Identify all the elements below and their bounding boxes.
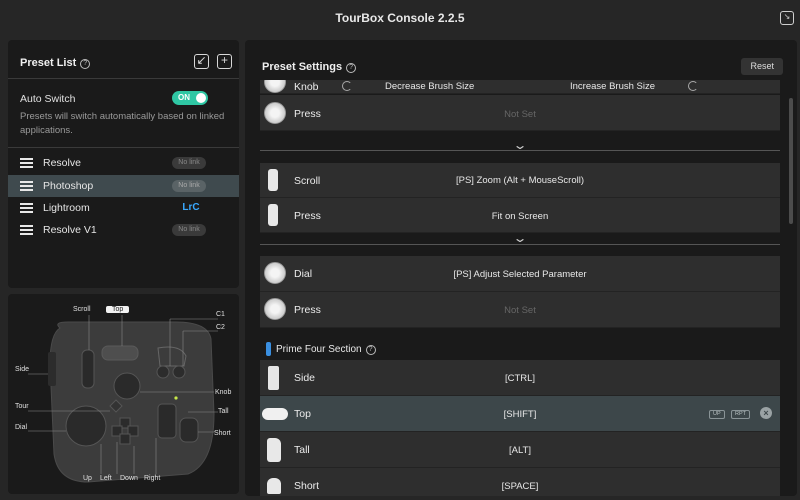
drag-handle-icon[interactable]: [20, 225, 33, 235]
dial-label: Dial: [15, 424, 28, 431]
tall-label: Tall: [218, 408, 229, 415]
help-icon[interactable]: ?: [346, 63, 357, 73]
row-value: Not Set: [504, 109, 536, 120]
divider: [8, 78, 239, 79]
scroll-row[interactable]: Scroll [PS] Zoom (Alt + MouseScroll): [260, 163, 780, 198]
no-link-badge: No link: [172, 157, 206, 169]
app-title: TourBox Console 2.2.5: [335, 11, 465, 25]
chevron-down-icon[interactable]: ⌄: [512, 138, 527, 152]
preset-name: Resolve: [43, 157, 81, 169]
knob-right-action: Increase Brush Size: [570, 81, 656, 92]
top-row[interactable]: Top [SHIFT] UP RPT ×: [260, 396, 780, 432]
tourbox-device-image: [28, 315, 218, 483]
preset-list-header: Preset List?: [20, 57, 91, 69]
add-preset-icon[interactable]: +: [217, 54, 232, 69]
repeat-badge[interactable]: RPT: [731, 410, 750, 419]
row-value: [SPACE]: [501, 481, 539, 492]
left-label: Left: [100, 475, 112, 482]
right-label: Right: [144, 475, 161, 482]
title-bar: TourBox Console 2.2.5 ↘: [0, 0, 800, 38]
rotate-left-icon: [342, 81, 352, 91]
c2-label: C2: [216, 324, 225, 331]
toggle-knob: [196, 93, 206, 103]
preset-item-photoshop[interactable]: Photoshop No link: [8, 175, 239, 197]
tour-label: Tour: [15, 403, 29, 410]
up-label: Up: [83, 475, 92, 482]
knob-left-action: Decrease Brush Size: [385, 81, 475, 92]
scroll-press-row[interactable]: Press Fit on Screen: [260, 198, 780, 233]
exit-icon[interactable]: ↘: [780, 11, 794, 25]
prime-four-section-title: Prime Four Section?: [276, 344, 376, 355]
short-label: Short: [214, 430, 231, 437]
rotate-right-icon: [688, 81, 698, 91]
scrollbar[interactable]: [789, 98, 793, 224]
knob-row[interactable]: Knob Decrease Brush Size Increase Brush …: [260, 80, 780, 94]
clear-icon[interactable]: ×: [760, 407, 772, 419]
row-value: [PS] Zoom (Alt + MouseScroll): [455, 175, 585, 186]
divider: [8, 147, 239, 148]
drag-handle-icon[interactable]: [20, 203, 33, 213]
up-badge[interactable]: UP: [709, 410, 725, 419]
import-preset-icon[interactable]: ↙: [194, 54, 209, 69]
dial-row[interactable]: Dial [PS] Adjust Selected Parameter: [260, 256, 780, 292]
dial-press-row[interactable]: Press Not Set: [260, 292, 780, 328]
row-value: [CTRL]: [504, 373, 536, 384]
top-label: Top: [106, 306, 130, 313]
preset-settings-panel: Preset Settings? Reset Knob Decrease Bru…: [245, 40, 797, 496]
no-link-badge: No link: [172, 224, 206, 236]
side-label: Side: [15, 366, 30, 373]
scroll-label: Scroll: [73, 306, 91, 313]
side-row[interactable]: Side [CTRL]: [260, 360, 780, 396]
help-icon[interactable]: ?: [80, 59, 91, 69]
reset-button[interactable]: Reset: [741, 58, 783, 75]
row-value: [SHIFT]: [503, 409, 537, 420]
chevron-down-icon[interactable]: ⌄: [512, 231, 527, 245]
row-value: Not Set: [504, 305, 536, 316]
lightroom-app-icon: LrC: [182, 202, 200, 213]
preset-item-resolve-v1[interactable]: Resolve V1 No link: [8, 219, 239, 241]
auto-switch-toggle[interactable]: ON: [172, 91, 208, 105]
row-name: Knob: [294, 81, 319, 93]
no-link-badge: No link: [172, 180, 206, 192]
section-marker: [266, 342, 271, 356]
preset-list-panel: Preset List? ↙ + Auto Switch ON Presets …: [8, 40, 239, 288]
row-value: [ALT]: [509, 445, 531, 456]
short-row[interactable]: Short [SPACE]: [260, 468, 780, 496]
tall-row[interactable]: Tall [ALT]: [260, 432, 780, 468]
row-value: Fit on Screen: [491, 211, 549, 222]
c1-label: C1: [216, 311, 225, 318]
preset-settings-header: Preset Settings?: [262, 61, 357, 73]
auto-switch-label: Auto Switch: [20, 93, 76, 105]
device-diagram-panel: Scroll Top C1 C2 Side Knob Tour Tall Dia…: [8, 294, 239, 494]
preset-name: Photoshop: [43, 180, 94, 192]
knob-icon: [264, 80, 286, 93]
toggle-state: ON: [178, 93, 190, 102]
preset-name: Resolve V1: [43, 224, 97, 236]
knob-press-row[interactable]: Press Not Set: [260, 95, 780, 131]
down-label: Down: [120, 475, 138, 482]
preset-item-resolve[interactable]: Resolve No link: [8, 152, 239, 174]
preset-name: Lightroom: [43, 202, 90, 214]
auto-switch-description: Presets will switch automatically based …: [20, 111, 225, 136]
preset-item-lightroom[interactable]: Lightroom LrC: [8, 197, 239, 219]
drag-handle-icon[interactable]: [20, 181, 33, 191]
knob-label: Knob: [215, 389, 232, 396]
help-icon[interactable]: ?: [365, 345, 376, 355]
row-value: [PS] Adjust Selected Parameter: [453, 269, 587, 280]
drag-handle-icon[interactable]: [20, 158, 33, 168]
